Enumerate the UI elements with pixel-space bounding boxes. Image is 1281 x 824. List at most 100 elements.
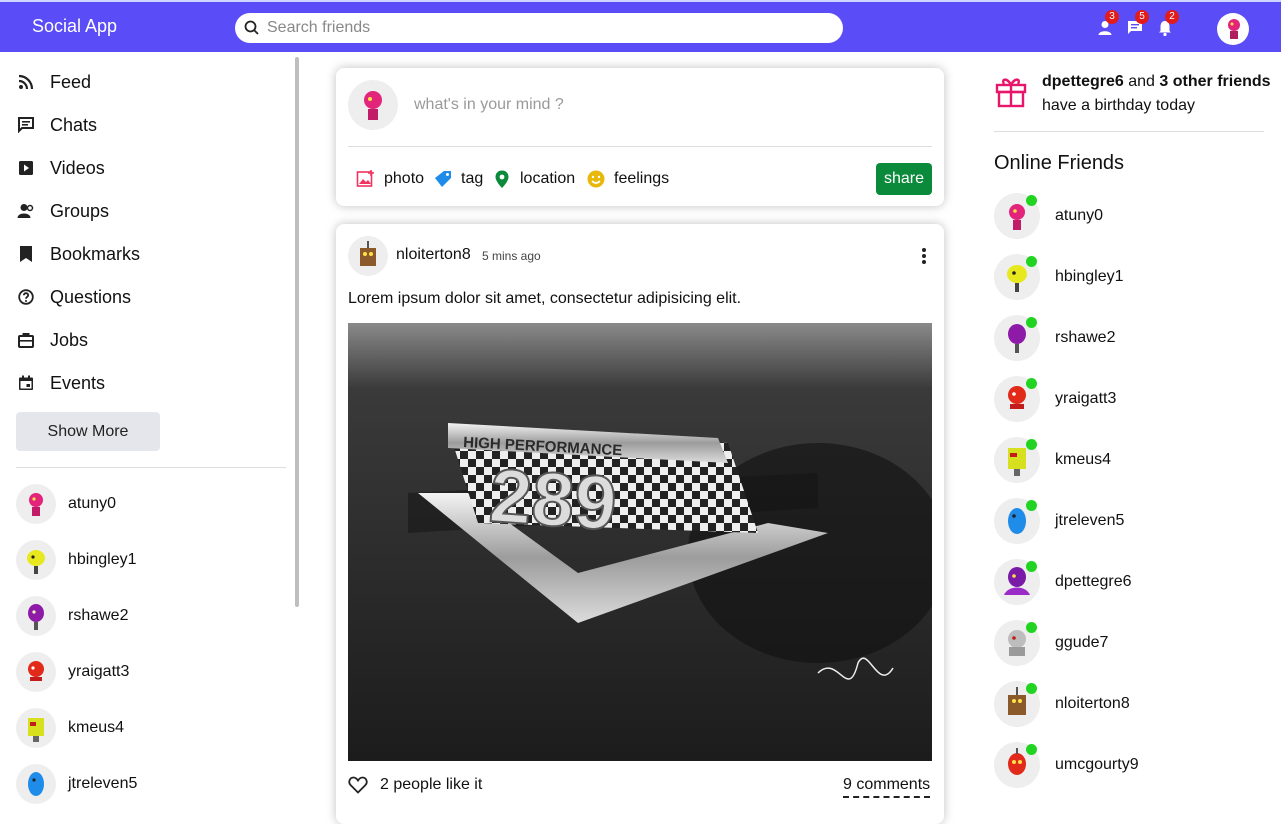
post-timestamp: 5 mins ago — [482, 249, 541, 263]
online-friend[interactable]: yraigatt3 — [994, 376, 1116, 422]
sidebar-friend[interactable]: rshawe2 — [16, 596, 128, 636]
avatar[interactable] — [348, 236, 388, 276]
online-friend[interactable]: jtreleven5 — [994, 498, 1124, 544]
friend-name: kmeus4 — [1055, 451, 1112, 468]
share-divider — [348, 146, 932, 147]
bookmark-icon — [16, 244, 36, 264]
share-option-tag[interactable]: tag — [433, 168, 483, 190]
play-icon — [16, 158, 36, 178]
post-input[interactable] — [414, 94, 894, 116]
robot-avatar-icon — [28, 718, 44, 742]
online-friend[interactable]: ggude7 — [994, 620, 1108, 666]
sidebar-item-feed[interactable]: Feed — [16, 67, 91, 97]
robot-avatar-icon — [28, 772, 44, 796]
avatar — [16, 596, 56, 636]
friend-name: jtreleven5 — [68, 775, 138, 792]
emoji-icon — [586, 169, 606, 189]
sidebar-item-label: Bookmarks — [50, 243, 141, 264]
sidebar-friend[interactable]: jtreleven5 — [16, 764, 137, 804]
tag-icon — [433, 169, 453, 189]
sidebar-friend[interactable]: yraigatt3 — [16, 652, 129, 692]
sidebar-scrollbar[interactable] — [295, 57, 299, 607]
sidebar-item-label: Events — [50, 372, 106, 393]
app-brand[interactable]: Social App — [32, 16, 117, 37]
sidebar-item-label: Feed — [50, 71, 92, 92]
avatar — [16, 708, 56, 748]
online-friend[interactable]: nloiterton8 — [994, 681, 1130, 727]
birthday-and: and — [1128, 73, 1155, 90]
sidebar-friend[interactable]: hbingley1 — [16, 540, 137, 580]
online-friend[interactable]: umcgourty9 — [994, 742, 1139, 788]
birthday-user[interactable]: dpettegre6 — [1042, 73, 1124, 90]
messages-badge: 5 — [1135, 10, 1149, 24]
friend-name: dpettegre6 — [1055, 573, 1132, 590]
chat-icon — [16, 115, 36, 135]
like-count: 2 people like it — [380, 776, 483, 793]
robot-avatar-icon — [27, 550, 45, 574]
profile-avatar[interactable] — [1217, 13, 1249, 45]
friend-name: ggude7 — [1055, 634, 1109, 651]
avatar — [348, 80, 398, 130]
show-more-button[interactable]: Show More — [16, 412, 160, 451]
rss-icon — [16, 72, 36, 92]
robot-avatar-icon — [360, 241, 376, 266]
post-image[interactable]: HIGH PERFORMANCE 289 — [348, 323, 932, 761]
online-friend[interactable]: rshawe2 — [994, 315, 1115, 361]
avatar — [16, 540, 56, 580]
sidebar-friend[interactable]: atuny0 — [16, 484, 116, 524]
online-indicator — [1026, 439, 1037, 450]
online-friend[interactable]: atuny0 — [994, 193, 1103, 239]
friend-name: atuny0 — [68, 495, 117, 512]
sidebar-item-groups[interactable]: Groups — [16, 196, 109, 226]
avatar — [16, 764, 56, 804]
post-card: nloiterton8 5 mins ago Lorem ipsum dolor… — [336, 224, 944, 824]
online-indicator — [1026, 500, 1037, 511]
comments-link[interactable]: 9 comments — [843, 776, 931, 798]
sidebar-item-videos[interactable]: Videos — [16, 153, 105, 183]
search-icon — [244, 20, 259, 35]
online-friend[interactable]: dpettegre6 — [994, 559, 1132, 605]
more-options-icon[interactable] — [916, 246, 932, 266]
messages-button[interactable]: 5 — [1126, 10, 1149, 37]
post-text: Lorem ipsum dolor sit amet, consectetur … — [348, 290, 742, 307]
online-indicator — [1026, 561, 1037, 572]
robot-avatar-icon — [29, 493, 43, 516]
share-option-location[interactable]: location — [492, 168, 575, 190]
robot-avatar-icon — [28, 604, 44, 630]
share-option-label: photo — [384, 170, 425, 187]
gift-icon — [995, 78, 1027, 108]
share-option-feelings[interactable]: feelings — [586, 168, 669, 190]
sidebar-item-bookmarks[interactable]: Bookmarks — [16, 239, 140, 269]
sidebar-item-label: Videos — [50, 157, 105, 178]
share-button[interactable]: share — [876, 163, 932, 195]
sidebar-item-chats[interactable]: Chats — [16, 110, 97, 140]
work-icon — [16, 330, 36, 350]
share-option-photo[interactable]: photo — [356, 168, 424, 190]
sidebar-item-jobs[interactable]: Jobs — [16, 325, 88, 355]
search-input[interactable] — [267, 17, 827, 39]
sidebar-item-label: Jobs — [50, 329, 89, 350]
online-indicator — [1026, 256, 1037, 267]
emblem-number: 289 — [487, 453, 619, 547]
online-indicator — [1026, 683, 1037, 694]
heart-icon[interactable] — [348, 776, 368, 794]
notifications-button[interactable]: 2 — [1156, 10, 1179, 37]
online-friend[interactable]: kmeus4 — [994, 437, 1111, 483]
share-card: photo tag location feelings share — [336, 68, 944, 206]
location-icon — [492, 169, 512, 189]
friend-name: kmeus4 — [68, 719, 125, 736]
like-section[interactable]: 2 people like it — [348, 776, 482, 794]
search-box[interactable] — [235, 13, 843, 43]
robot-avatar-icon — [1228, 19, 1240, 39]
help-icon — [16, 287, 36, 307]
friend-name: rshawe2 — [1055, 329, 1116, 346]
friend-requests-button[interactable]: 3 — [1096, 10, 1119, 37]
sidebar-friend[interactable]: kmeus4 — [16, 708, 124, 748]
avatar — [16, 484, 56, 524]
online-friend[interactable]: hbingley1 — [994, 254, 1124, 300]
post-username[interactable]: nloiterton8 — [396, 246, 471, 264]
birthday-others[interactable]: 3 other friends — [1159, 73, 1270, 90]
sidebar-item-events[interactable]: Events — [16, 368, 105, 398]
sidebar-item-questions[interactable]: Questions — [16, 282, 131, 312]
friend-name: yraigatt3 — [1055, 390, 1117, 407]
